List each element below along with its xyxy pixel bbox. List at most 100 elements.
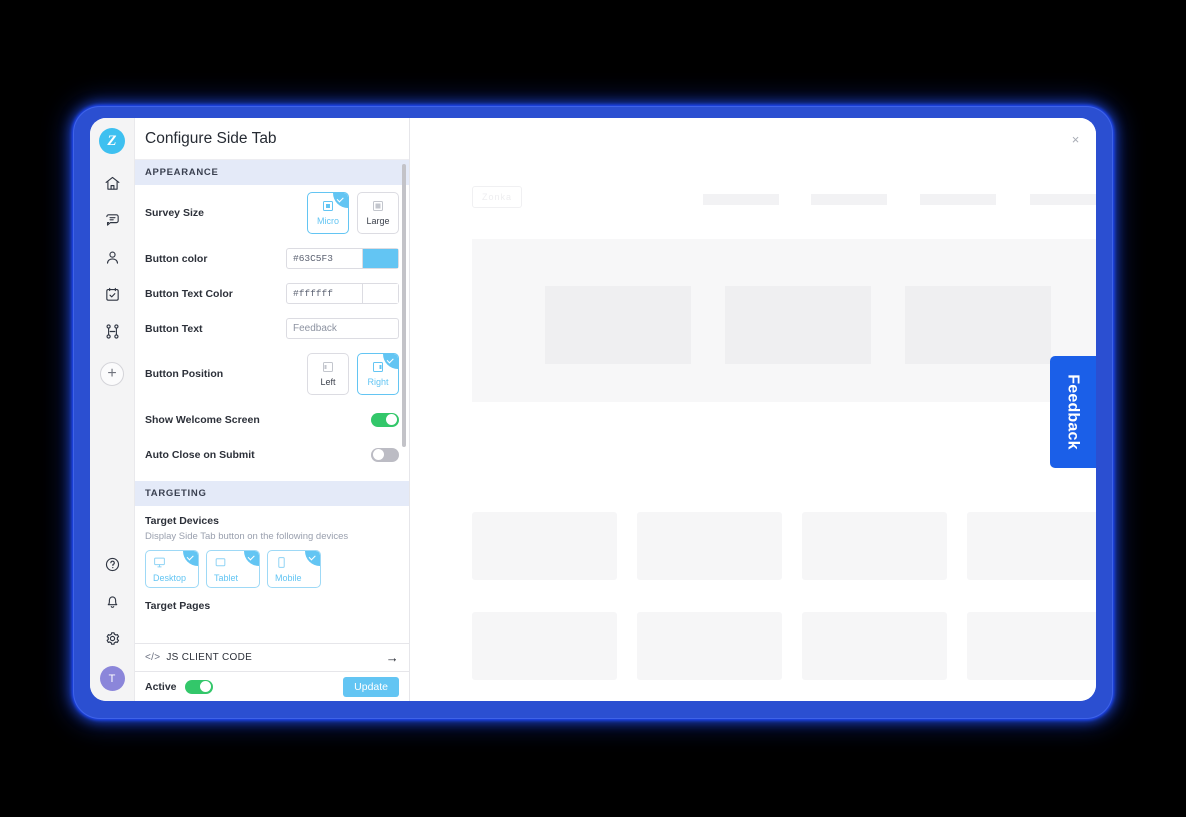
device-desktop-label: Desktop	[153, 572, 187, 583]
device-tablet[interactable]: Tablet	[206, 550, 260, 588]
active-toggle[interactable]	[184, 679, 213, 694]
rail-bottom-group: T	[90, 549, 134, 691]
device-desktop[interactable]: Desktop	[145, 550, 199, 588]
target-pages-block[interactable]: Target Pages	[135, 588, 409, 612]
button-text-label: Button Text	[145, 322, 203, 335]
code-icon: </>	[145, 652, 161, 663]
preview-card	[967, 612, 1096, 680]
preview-hero-card	[545, 286, 691, 364]
target-devices-block: Target Devices Display Side Tab button o…	[135, 506, 409, 588]
button-color-swatch[interactable]	[362, 249, 398, 268]
preview-card	[472, 512, 617, 580]
button-text-value: Feedback	[293, 323, 337, 334]
active-label: Active	[145, 680, 177, 693]
chat-icon[interactable]	[96, 205, 128, 235]
notifications-icon[interactable]	[96, 586, 128, 616]
settings-icon[interactable]	[96, 623, 128, 653]
survey-size-large[interactable]: Large	[357, 192, 399, 234]
button-position-right-label: Right	[367, 377, 389, 387]
button-position-left-label: Left	[320, 377, 336, 387]
survey-size-label: Survey Size	[145, 207, 204, 219]
help-icon[interactable]	[96, 549, 128, 579]
show-welcome-screen-label: Show Welcome Screen	[145, 413, 260, 426]
button-position-left[interactable]: Left	[307, 353, 349, 395]
preview-card	[802, 612, 947, 680]
auto-close-toggle[interactable]	[371, 447, 399, 462]
button-position-right[interactable]: Right	[357, 353, 399, 395]
row-auto-close: Auto Close on Submit	[135, 437, 409, 472]
contacts-icon[interactable]	[96, 242, 128, 272]
side-tab-label: Feedback	[1065, 374, 1083, 450]
survey-size-micro[interactable]: Micro	[307, 192, 349, 234]
button-text-input[interactable]: Feedback	[286, 318, 399, 339]
row-button-position: Button Position Left Right	[135, 346, 409, 402]
row-show-welcome-screen: Show Welcome Screen	[135, 402, 409, 437]
row-button-text: Button Text Feedback	[135, 311, 409, 346]
avatar[interactable]: T	[99, 666, 125, 691]
panel-scrollbar[interactable]	[402, 164, 406, 447]
preview-card	[472, 612, 617, 680]
button-text-color-label: Button Text Color	[145, 287, 233, 300]
device-mobile-label: Mobile	[275, 572, 302, 583]
panel-header: Configure Side Tab	[135, 118, 409, 160]
row-button-text-color: Button Text Color #ffffff	[135, 276, 409, 311]
survey-size-large-label: Large	[366, 216, 390, 226]
device-tablet-label: Tablet	[214, 572, 239, 583]
tasks-icon[interactable]	[96, 279, 128, 309]
configure-side-tab-panel: Configure Side Tab APPEARANCE Survey Siz…	[135, 118, 410, 701]
show-welcome-screen-toggle[interactable]	[371, 412, 399, 427]
target-devices-subtitle: Display Side Tab button on the following…	[145, 531, 349, 542]
selected-check-icon	[383, 354, 398, 369]
preview-card	[637, 512, 782, 580]
app-window: Z + T Configure Side Tab APPEARANCE Surv…	[90, 118, 1096, 701]
selected-check-icon	[244, 551, 259, 566]
website-preview: Zonka Feedback ×	[410, 118, 1096, 701]
section-appearance-header: APPEARANCE	[135, 160, 409, 185]
close-icon[interactable]: ×	[1067, 131, 1084, 148]
button-position-options: Left Right	[307, 353, 399, 395]
left-rail: Z + T	[90, 118, 135, 701]
auto-close-label: Auto Close on Submit	[145, 448, 255, 461]
preview-nav-placeholder	[1030, 194, 1096, 205]
button-color-label: Button color	[145, 252, 208, 265]
panel-footer: Active Update	[135, 671, 409, 701]
device-mobile[interactable]: Mobile	[267, 550, 321, 588]
button-color-value: #63C5F3	[293, 253, 333, 264]
update-button[interactable]: Update	[343, 676, 399, 697]
home-icon[interactable]	[96, 168, 128, 198]
preview-nav-placeholder	[920, 194, 996, 205]
js-client-code-row[interactable]: </> JS CLIENT CODE →	[135, 643, 409, 671]
js-client-code-label: JS CLIENT CODE	[166, 652, 253, 663]
preview-hero-card	[905, 286, 1051, 364]
add-button[interactable]: +	[100, 362, 124, 386]
preview-hero-placeholder	[472, 239, 1096, 402]
panel-scroll-area[interactable]: APPEARANCE Survey Size Micro Large Butto…	[135, 160, 409, 643]
preview-card	[967, 512, 1096, 580]
preview-logo: Zonka	[472, 186, 522, 208]
preview-hero-card	[725, 286, 871, 364]
preview-nav-placeholder	[811, 194, 887, 205]
button-text-color-swatch[interactable]	[362, 284, 398, 303]
survey-size-micro-label: Micro	[317, 216, 339, 226]
device-frame: Z + T Configure Side Tab APPEARANCE Surv…	[74, 107, 1112, 718]
button-text-color-field[interactable]: #ffffff	[286, 283, 399, 304]
selected-check-icon	[333, 193, 348, 208]
button-color-field[interactable]: #63C5F3	[286, 248, 399, 269]
selected-check-icon	[183, 551, 198, 566]
zonka-logo[interactable]: Z	[99, 128, 125, 154]
target-pages-title: Target Pages	[145, 600, 211, 612]
preview-nav-placeholder	[703, 194, 779, 205]
row-survey-size: Survey Size Micro Large	[135, 185, 409, 241]
survey-size-options: Micro Large	[307, 192, 399, 234]
button-text-color-value: #ffffff	[293, 288, 333, 299]
button-position-label: Button Position	[145, 368, 224, 380]
target-devices-title: Target Devices	[145, 515, 219, 527]
workflow-icon[interactable]	[96, 316, 128, 346]
section-targeting-header: TARGETING	[135, 481, 409, 506]
preview-card	[637, 612, 782, 680]
page-title: Configure Side Tab	[145, 129, 277, 147]
side-tab-preview-button[interactable]: Feedback	[1050, 356, 1096, 468]
selected-check-icon	[305, 551, 320, 566]
target-devices-options: Desktop Tablet Mobile	[145, 550, 399, 588]
chevron-right-icon: →	[385, 650, 399, 665]
